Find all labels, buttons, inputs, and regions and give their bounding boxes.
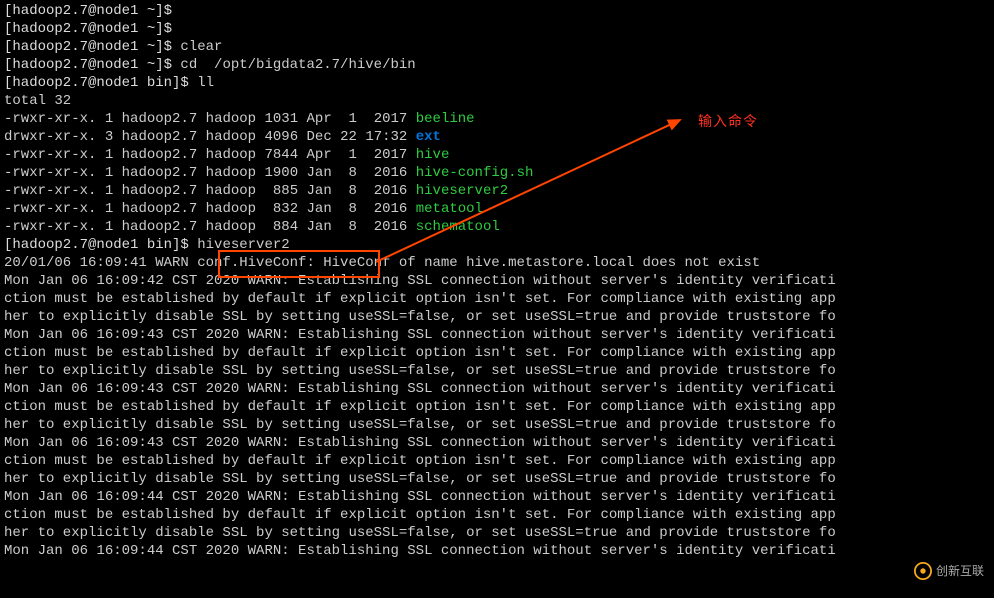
typed-command[interactable]: hiveserver2 [189, 237, 290, 253]
terminal-output[interactable]: [hadoop2.7@node1 ~]$ [hadoop2.7@node1 ~]… [0, 0, 994, 562]
log-line: Mon Jan 06 16:09:42 CST 2020 WARN: Estab… [4, 273, 836, 289]
log-line: Mon Jan 06 16:09:43 CST 2020 WARN: Estab… [4, 381, 836, 397]
file-schematool: schematool [416, 219, 500, 235]
ls-row: -rwxr-xr-x. 1 hadoop2.7 hadoop 832 Jan 8… [4, 201, 483, 217]
log-line: Mon Jan 06 16:09:44 CST 2020 WARN: Estab… [4, 543, 836, 559]
log-line: 20/01/06 16:09:41 WARN conf.HiveConf: Hi… [4, 255, 760, 271]
total-line: total 32 [4, 93, 71, 109]
prompt-line: [hadoop2.7@node1 ~]$ cd /opt/bigdata2.7/… [4, 57, 416, 73]
prompt-line: [hadoop2.7@node1 bin]$ ll [4, 75, 214, 91]
prompt-line: [hadoop2.7@node1 ~]$ clear [4, 39, 222, 55]
ls-row: -rwxr-xr-x. 1 hadoop2.7 hadoop 885 Jan 8… [4, 183, 508, 199]
prompt-line: [hadoop2.7@node1 bin]$ hiveserver2 [4, 237, 290, 253]
log-line: Mon Jan 06 16:09:43 CST 2020 WARN: Estab… [4, 435, 836, 451]
dir-ext: ext [416, 129, 441, 145]
log-line: ction must be established by default if … [4, 399, 836, 433]
watermark: 创新互联 [914, 562, 984, 580]
file-metatool: metatool [416, 201, 483, 217]
ls-row: drwxr-xr-x. 3 hadoop2.7 hadoop 4096 Dec … [4, 129, 441, 145]
prompt-line: [hadoop2.7@node1 ~]$ [4, 3, 180, 19]
log-line: ction must be established by default if … [4, 345, 836, 379]
file-hiveserver2: hiveserver2 [416, 183, 508, 199]
ls-row: -rwxr-xr-x. 1 hadoop2.7 hadoop 1031 Apr … [4, 111, 475, 127]
log-line: ction must be established by default if … [4, 453, 836, 487]
log-line: Mon Jan 06 16:09:44 CST 2020 WARN: Estab… [4, 489, 836, 505]
logo-icon [914, 562, 932, 580]
ls-row: -rwxr-xr-x. 1 hadoop2.7 hadoop 1900 Jan … [4, 165, 533, 181]
file-beeline: beeline [416, 111, 475, 127]
ls-row: -rwxr-xr-x. 1 hadoop2.7 hadoop 7844 Apr … [4, 147, 449, 163]
ls-row: -rwxr-xr-x. 1 hadoop2.7 hadoop 884 Jan 8… [4, 219, 500, 235]
watermark-text: 创新互联 [936, 562, 984, 580]
log-line: ction must be established by default if … [4, 507, 836, 541]
log-line: Mon Jan 06 16:09:43 CST 2020 WARN: Estab… [4, 327, 836, 343]
prompt-line: [hadoop2.7@node1 ~]$ [4, 21, 180, 37]
log-line: ction must be established by default if … [4, 291, 836, 325]
file-hive: hive [416, 147, 450, 163]
file-hive-config: hive-config.sh [416, 165, 534, 181]
